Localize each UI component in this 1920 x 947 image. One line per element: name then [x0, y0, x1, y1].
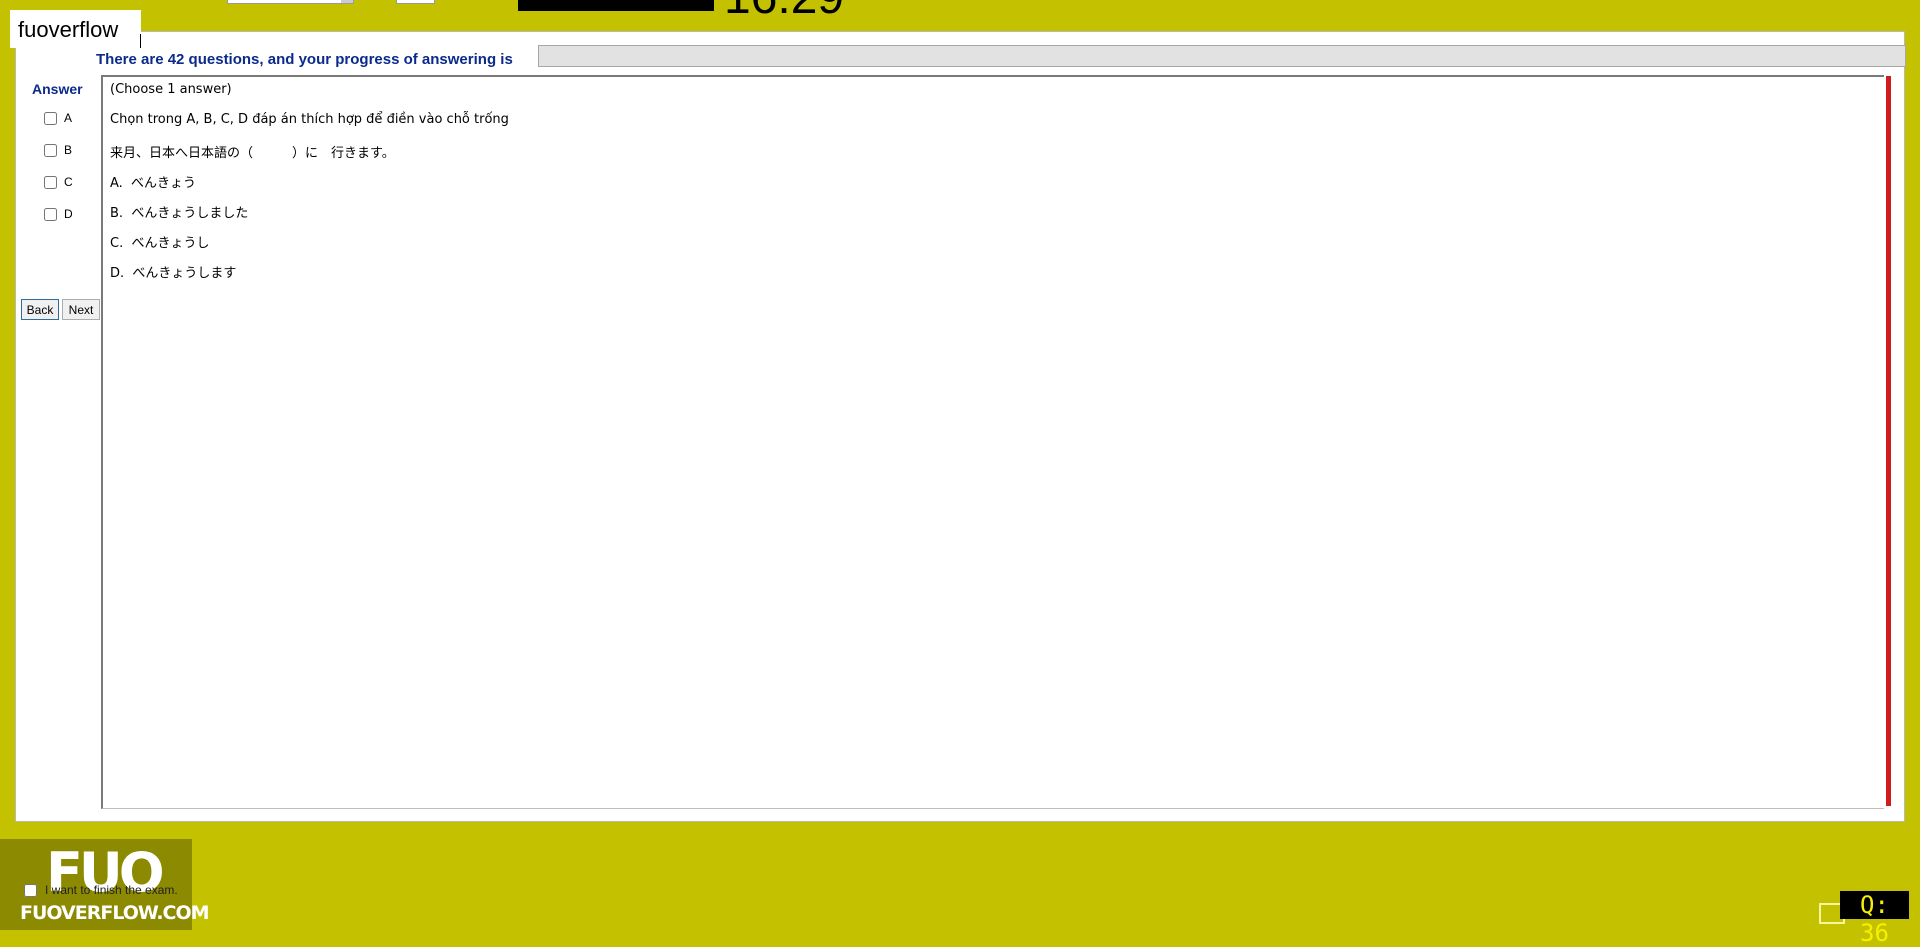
zoom-field[interactable]	[396, 0, 435, 4]
answer-checkbox-d[interactable]	[44, 207, 57, 221]
answer-checkbox-c[interactable]	[44, 175, 57, 189]
answer-checkbox-a[interactable]	[44, 111, 57, 125]
combo-arrow-icon[interactable]	[341, 0, 353, 3]
text-cursor	[140, 34, 141, 48]
logo-site: FUOVERFLOW.COM	[20, 902, 210, 924]
answer-checkbox-b[interactable]	[44, 143, 57, 157]
question-sentence: 来月、日本へ日本語の（ ）に 行きます。	[110, 146, 395, 161]
next-button[interactable]: Next	[62, 299, 100, 320]
finish-exam-label: I want to finish the exam.	[45, 883, 178, 897]
question-counter: Q: 36	[1840, 891, 1909, 947]
timer: 16:29	[724, 0, 844, 22]
font-size-combo[interactable]	[227, 0, 354, 4]
answer-option-label: A	[64, 111, 73, 125]
brand-tag: fuoverflow	[10, 10, 141, 48]
brand-text: fuoverflow	[18, 17, 119, 42]
finish-exam-checkbox[interactable]	[24, 883, 37, 897]
back-button[interactable]: Back	[21, 299, 59, 320]
answer-option-label: C	[64, 175, 73, 189]
question-instruction: (Choose 1 answer)	[110, 82, 232, 97]
progress-label: There are 42 questions, and your progres…	[96, 51, 513, 68]
answer-option-a[interactable]: A	[44, 110, 72, 126]
question-choice-b: B. べんきょうしました	[110, 206, 249, 221]
answer-option-c[interactable]: C	[44, 174, 73, 190]
answer-option-b[interactable]: B	[44, 142, 72, 158]
answer-option-label: D	[64, 207, 73, 221]
question-prompt: Chọn trong A, B, C, D đáp án thích hợp đ…	[110, 112, 509, 127]
answer-option-label: B	[64, 143, 73, 157]
answer-option-d[interactable]: D	[44, 206, 73, 222]
exam-panel: There are 42 questions, and your progres…	[15, 31, 1906, 822]
question-choice-a: A. べんきょう	[110, 176, 197, 191]
finish-exam-option[interactable]: I want to finish the exam.	[24, 883, 178, 897]
timer-background	[518, 0, 714, 11]
answer-title: Answer	[32, 81, 83, 97]
question-choice-c: C. べんきょうし	[110, 236, 210, 251]
question-area: (Choose 1 answer) Chọn trong A, B, C, D …	[101, 75, 1884, 809]
question-choice-d: D. べんきょうします	[110, 266, 237, 281]
scrollbar[interactable]	[1886, 76, 1891, 806]
progress-bar	[538, 45, 1906, 67]
